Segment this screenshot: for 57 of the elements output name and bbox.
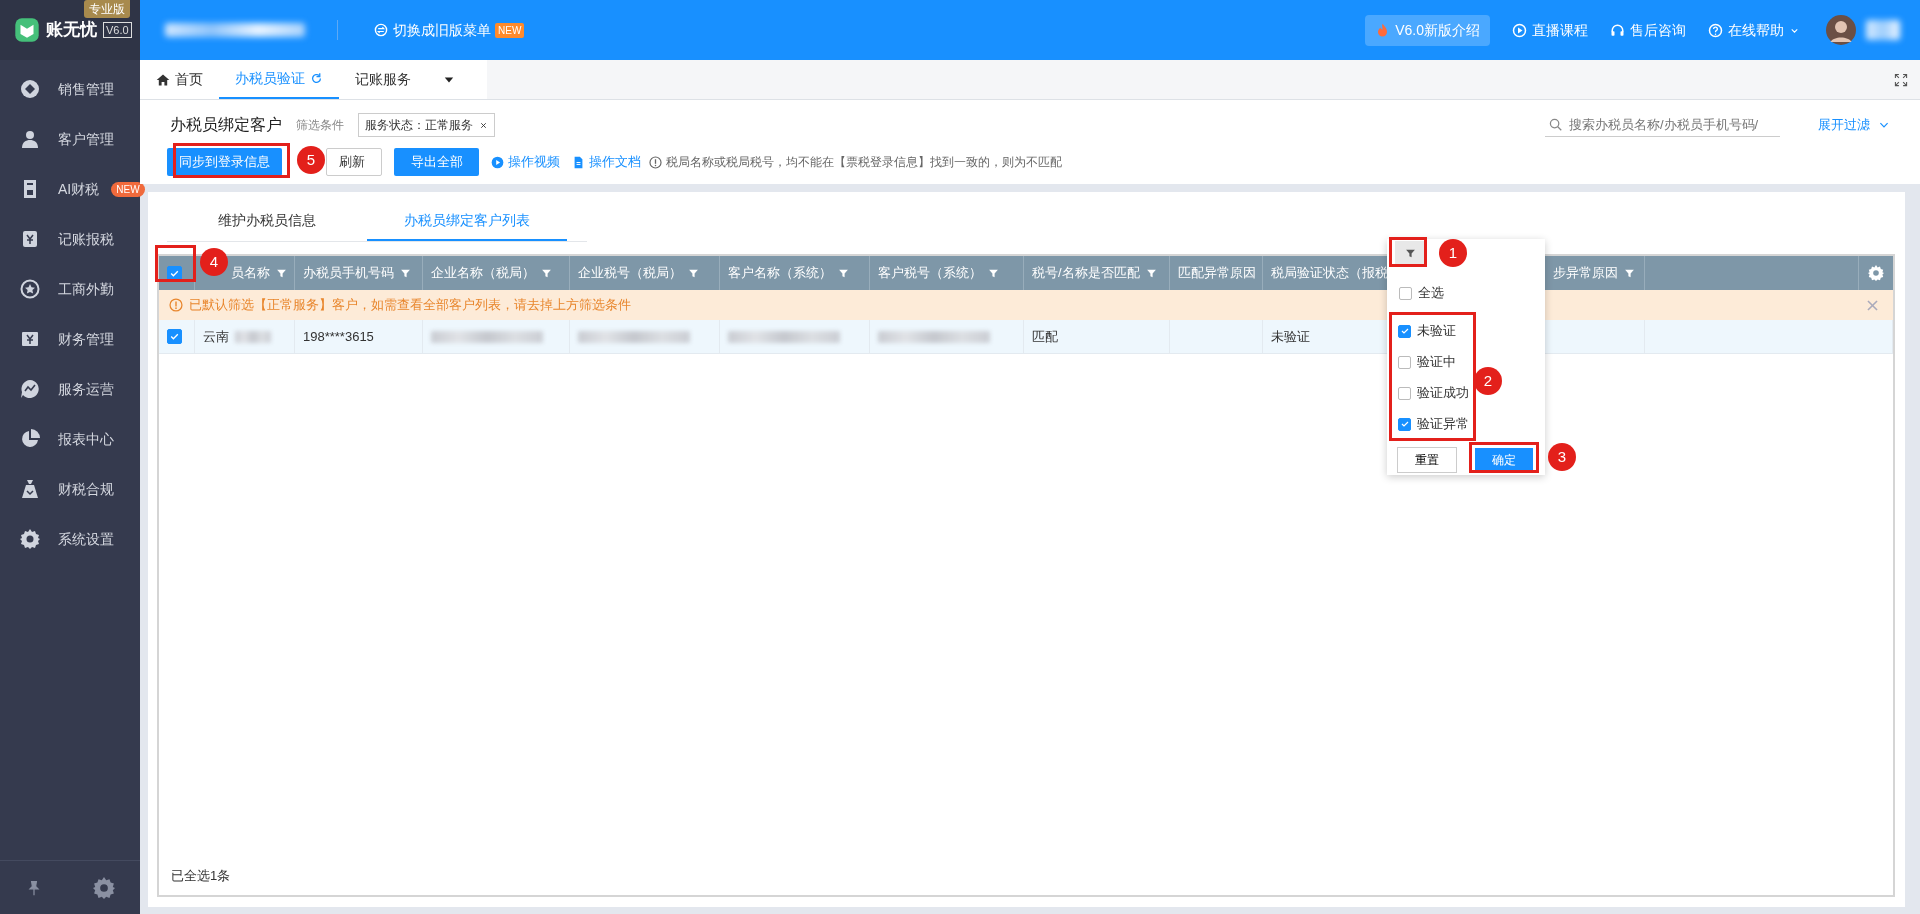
selection-count: 已全选1条 (170, 866, 232, 885)
switch-menu-link[interactable]: 切换成旧版菜单 (374, 19, 491, 41)
toolbar-button[interactable]: 刷新 (326, 148, 382, 176)
sidebar-item[interactable]: 服务运营 (0, 364, 140, 414)
top-link[interactable]: 售后咨询 (1610, 19, 1686, 41)
reset-button[interactable]: 重置 (1397, 447, 1457, 473)
menu-label: 财务管理 (58, 329, 114, 349)
filter-option[interactable]: 全选 (1393, 281, 1448, 305)
edition-badge: 专业版 (84, 0, 130, 18)
new-badge: NEW (111, 181, 145, 197)
sidebar-item[interactable]: 报表中心 (0, 414, 140, 464)
top-link[interactable]: 直播课程 (1512, 19, 1588, 41)
filter-option[interactable]: 验证成功 (1392, 381, 1473, 405)
sub-tab[interactable]: 办税员绑定客户列表 (367, 192, 567, 241)
table-cell-text: 云南 (203, 327, 229, 346)
page-title: 办税员绑定客户 (170, 115, 282, 135)
table-cell-text: 198****3615 (303, 327, 374, 346)
filter-option[interactable]: 验证异常 (1392, 412, 1473, 436)
page-tab[interactable]: 办税员验证 (219, 60, 339, 99)
page-tab[interactable]: 首页 (140, 60, 219, 99)
menu-label: 记账报税 (58, 229, 114, 249)
toolbar-button[interactable]: 导出全部 (394, 148, 479, 176)
sidebar-item[interactable]: 财税合规 (0, 464, 140, 514)
filter-label: 筛选条件 (296, 117, 344, 134)
page-tab[interactable]: 记账服务 (339, 60, 427, 99)
note-text: 税局名称或税局税号，均不能在【票税登录信息】找到一致的，则为不匹配 (666, 154, 1062, 171)
version-label: V6.0 (103, 22, 132, 38)
help-link[interactable]: 操作文档 (572, 152, 641, 172)
top-link[interactable]: 在线帮助 (1708, 19, 1800, 41)
table-cell-text: 未验证 (1271, 327, 1310, 346)
sidebar-item[interactable]: 财务管理 (0, 314, 140, 364)
table-cell-text: 匹配 (1032, 327, 1058, 346)
sync-button[interactable]: 同步到登录信息 (167, 148, 282, 176)
menu-label: AI财税 (58, 179, 100, 199)
confirm-button[interactable]: 确定 (1475, 448, 1533, 472)
sidebar-item[interactable]: 记账报税 (0, 214, 140, 264)
filter-option[interactable]: 验证中 (1392, 350, 1460, 374)
menu-label: 销售管理 (58, 79, 114, 99)
menu-label: 财税合规 (58, 479, 114, 499)
expand-filter-link[interactable]: 展开过滤 (1818, 115, 1890, 135)
filter-option[interactable]: 未验证 (1392, 319, 1460, 343)
sidebar-item[interactable]: 工商外勤 (0, 264, 140, 314)
sub-tab[interactable]: 维护办税员信息 (167, 192, 367, 241)
menu-label: 系统设置 (58, 529, 114, 549)
menu-label: 服务运营 (58, 379, 114, 399)
logo-text: 账无忧 (46, 19, 97, 42)
menu-label: 工商外勤 (58, 279, 114, 299)
new-badge: NEW (495, 22, 525, 38)
notice-text: 已默认筛选【正常服务】客户，如需查看全部客户列表，请去掉上方筛选条件 (189, 296, 631, 315)
filter-tag[interactable]: 服务状态：正常服务 (358, 113, 495, 137)
sidebar-item[interactable]: 系统设置 (0, 514, 140, 564)
sidebar-item[interactable]: 销售管理 (0, 64, 140, 114)
sidebar-item[interactable]: 客户管理 (0, 114, 140, 164)
menu-label: 客户管理 (58, 129, 114, 149)
menu-label: 报表中心 (58, 429, 114, 449)
promo-button[interactable]: V6.0新版介绍 (1365, 14, 1490, 46)
help-link[interactable]: 操作视频 (491, 152, 560, 172)
